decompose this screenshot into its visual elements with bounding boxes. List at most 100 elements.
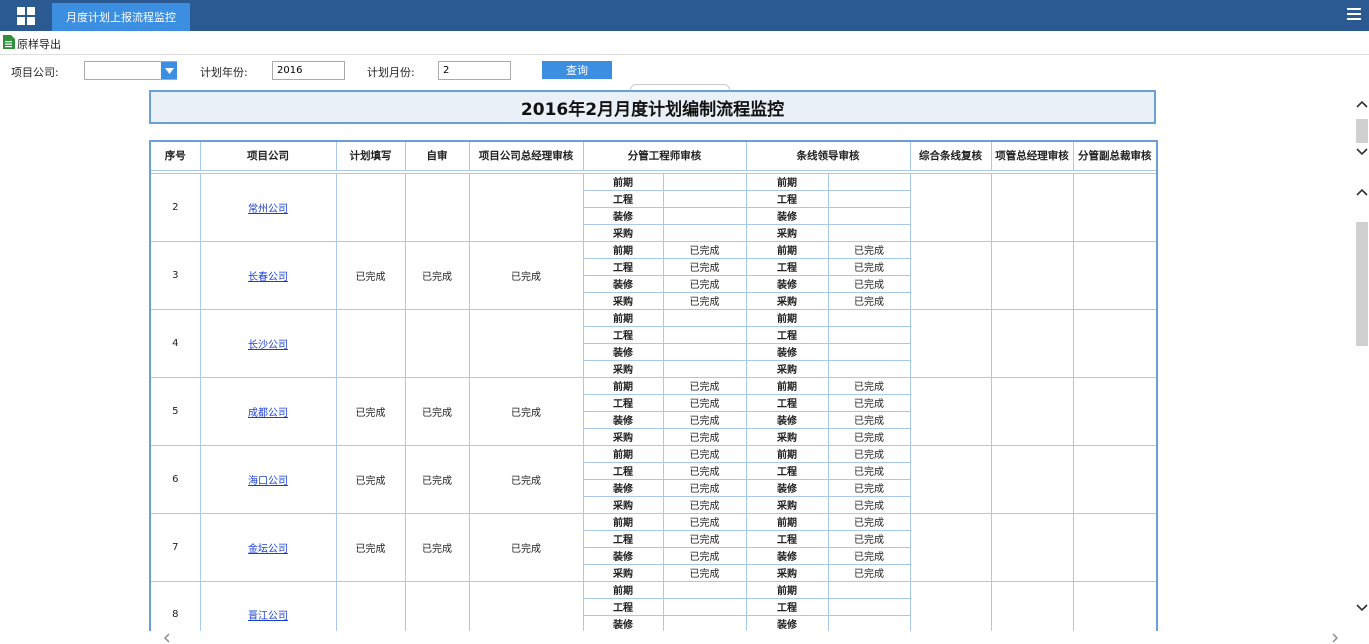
- row-seq: 5: [149, 376, 201, 446]
- stage-label: 工程: [745, 597, 829, 616]
- leader-status: [827, 597, 911, 616]
- leader-status: [827, 614, 911, 631]
- leader-status: [827, 223, 911, 242]
- row-vp-review: [1072, 376, 1158, 446]
- engineer-status: 已完成: [662, 291, 747, 310]
- engineer-status: [662, 614, 747, 631]
- company-label: 项目公司:: [11, 66, 59, 79]
- row-self-review: [404, 172, 470, 242]
- engineer-status: 已完成: [662, 444, 747, 463]
- company-link[interactable]: 晋江公司: [248, 611, 288, 622]
- row-combined-review: [909, 376, 992, 446]
- search-button[interactable]: 查询: [542, 61, 612, 79]
- row-pm-gm-review: [990, 172, 1074, 242]
- stage-label: 装修: [582, 342, 664, 361]
- stage-label: 采购: [582, 563, 664, 582]
- row-combined-review: [909, 580, 992, 631]
- engineer-status: 已完成: [662, 495, 747, 514]
- stage-label: 采购: [582, 223, 664, 242]
- horizontal-scrollbar[interactable]: [149, 631, 1355, 644]
- stage-label: 工程: [582, 597, 664, 616]
- stage-label: 前期: [745, 172, 829, 191]
- stage-label: 前期: [745, 580, 829, 599]
- year-label: 计划年份:: [200, 66, 248, 79]
- leader-status: 已完成: [827, 410, 911, 429]
- stage-label: 装修: [582, 206, 664, 225]
- engineer-status: [662, 359, 747, 378]
- leader-status: [827, 206, 911, 225]
- leader-status: 已完成: [827, 376, 911, 395]
- col-company: 项目公司: [199, 140, 337, 171]
- row-gm-review: 已完成: [468, 512, 584, 582]
- company-link[interactable]: 常州公司: [248, 204, 288, 215]
- row-plan-fill: 已完成: [335, 444, 406, 514]
- stage-label: 装修: [582, 546, 664, 565]
- row-gm-review: 已完成: [468, 240, 584, 310]
- home-grid-icon[interactable]: [0, 0, 52, 31]
- row-seq: 2: [149, 172, 201, 242]
- stage-label: 前期: [582, 580, 664, 599]
- stage-label: 装修: [745, 274, 829, 293]
- stage-label: 工程: [582, 393, 664, 412]
- company-link[interactable]: 金坛公司: [248, 544, 288, 555]
- stage-label: 采购: [745, 223, 829, 242]
- company-link[interactable]: 成都公司: [248, 408, 288, 419]
- leader-status: 已完成: [827, 495, 911, 514]
- year-input[interactable]: [272, 61, 345, 80]
- row-self-review: 已完成: [404, 444, 470, 514]
- col-engineer-review: 分管工程师审核: [582, 140, 747, 171]
- leader-status: [827, 342, 911, 361]
- vertical-scrollbar[interactable]: [1355, 96, 1369, 631]
- chevron-down-icon[interactable]: [161, 62, 177, 79]
- engineer-status: 已完成: [662, 393, 747, 412]
- stage-label: 采购: [745, 359, 829, 378]
- leader-status: 已完成: [827, 478, 911, 497]
- row-vp-review: [1072, 444, 1158, 514]
- engineer-status: 已完成: [662, 512, 747, 531]
- engineer-status: [662, 189, 747, 208]
- export-button[interactable]: 原样导出: [2, 35, 61, 52]
- company-link[interactable]: 长春公司: [248, 272, 288, 283]
- engineer-status: 已完成: [662, 563, 747, 582]
- report-area: 2016年2月月度计划编制流程监控 序号 项目公司 计划填写 自审 项目公司总经…: [0, 84, 1355, 631]
- row-seq: 3: [149, 240, 201, 310]
- menu-icon[interactable]: [1347, 8, 1361, 20]
- row-pm-gm-review: [990, 512, 1074, 582]
- stage-label: 工程: [745, 393, 829, 412]
- row-gm-review: 已完成: [468, 376, 584, 446]
- engineer-status: [662, 223, 747, 242]
- row-plan-fill: [335, 580, 406, 631]
- leader-status: 已完成: [827, 257, 911, 276]
- row-company-cell: 长沙公司: [199, 308, 337, 378]
- row-plan-fill: 已完成: [335, 512, 406, 582]
- company-link[interactable]: 长沙公司: [248, 340, 288, 351]
- engineer-status: [662, 597, 747, 616]
- report-title-text: 2016年2月月度计划编制流程监控: [520, 99, 785, 120]
- row-self-review: [404, 308, 470, 378]
- engineer-status: [662, 308, 747, 327]
- row-combined-review: [909, 240, 992, 310]
- scroll-right-icon: [1332, 633, 1338, 643]
- row-vp-review: [1072, 580, 1158, 631]
- engineer-status: 已完成: [662, 410, 747, 429]
- scrollbar-thumb[interactable]: [1356, 222, 1368, 346]
- row-seq: 8: [149, 580, 201, 631]
- company-link[interactable]: 海口公司: [248, 476, 288, 487]
- col-plan-fill: 计划填写: [335, 140, 406, 171]
- tab-monthly-plan-monitor[interactable]: 月度计划上报流程监控: [52, 3, 190, 31]
- stage-label: 装修: [745, 614, 829, 631]
- engineer-status: 已完成: [662, 257, 747, 276]
- stage-label: 装修: [745, 206, 829, 225]
- month-input[interactable]: [438, 61, 511, 80]
- row-pm-gm-review: [990, 580, 1074, 631]
- scroll-down-icon: [1356, 148, 1368, 156]
- row-company-cell: 常州公司: [199, 172, 337, 242]
- row-gm-review: [468, 580, 584, 631]
- stage-label: 装修: [582, 274, 664, 293]
- engineer-status: 已完成: [662, 461, 747, 480]
- row-gm-review: 已完成: [468, 444, 584, 514]
- col-seq: 序号: [149, 140, 201, 171]
- scrollbar-thumb[interactable]: [1356, 119, 1368, 143]
- leader-status: 已完成: [827, 444, 911, 463]
- row-plan-fill: [335, 308, 406, 378]
